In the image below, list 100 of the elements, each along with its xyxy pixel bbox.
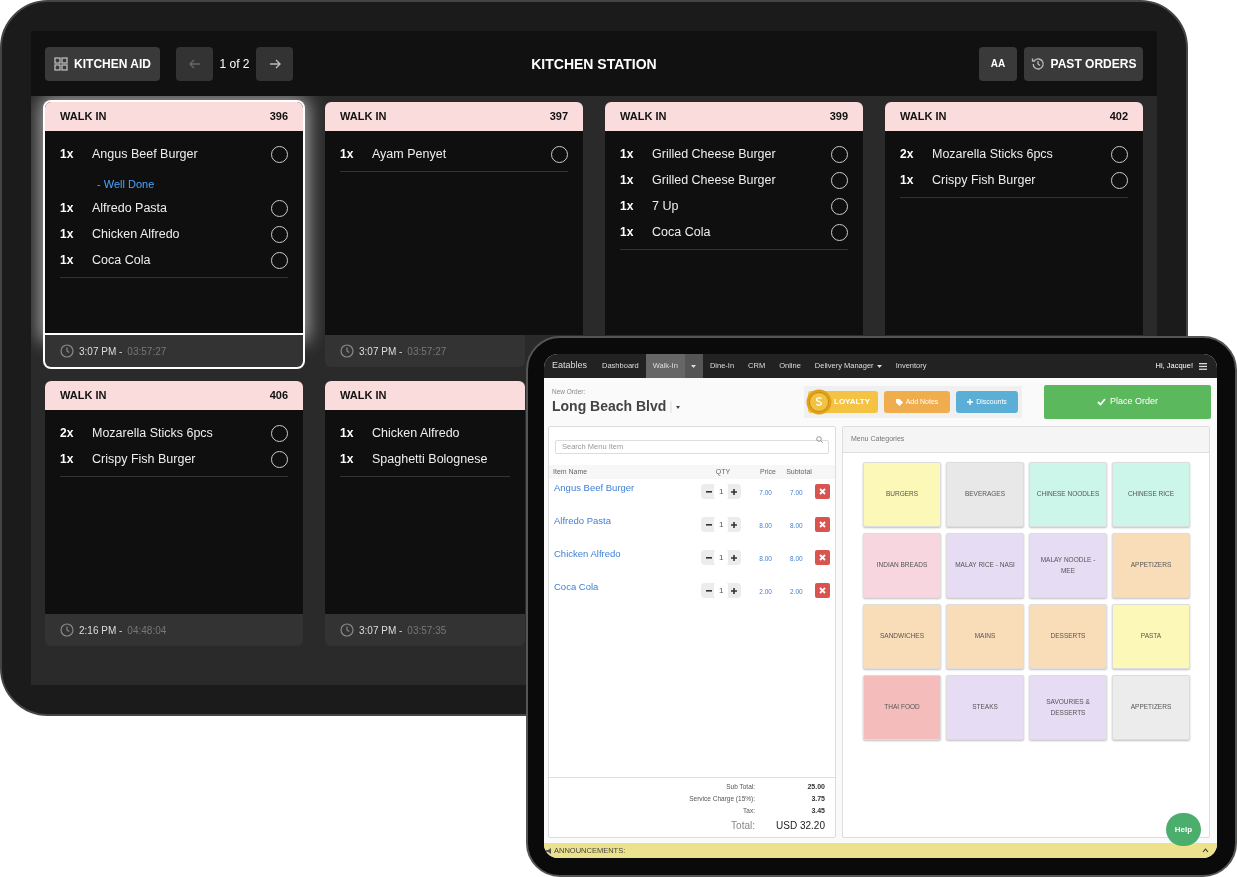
order-type: WALK IN (620, 109, 667, 125)
order-time: 3:07 PM - (359, 623, 403, 638)
next-page-button[interactable] (256, 46, 293, 81)
order-card[interactable]: WALK IN 399 1x Grilled Cheese Burger 1x Grilled Cheese Burger 1x 7 Up 1x Coca Cola (605, 102, 863, 335)
item-quantity: 1x (60, 451, 75, 468)
item-quantity: 1x (60, 200, 75, 217)
item-note: - Well Done (97, 178, 155, 190)
close-icon (819, 521, 827, 528)
plus-icon (730, 587, 737, 594)
history-icon (1030, 56, 1045, 71)
coin-icon (806, 389, 832, 415)
item-name: 7 Up (652, 197, 679, 215)
minus-icon (705, 589, 712, 592)
caret-icon (691, 364, 697, 368)
order-card[interactable]: WALK IN 406 2x Mozarella Sticks 6pcs 1x Crispy Fish Burger (45, 381, 303, 614)
quantity-field[interactable]: 1 (714, 484, 729, 499)
order-card[interactable]: WALK IN 1x Chicken Alfredo 1x Spaghetti Bolognese (325, 381, 525, 614)
item-name: Grilled Cheese Burger (652, 171, 776, 189)
order-card[interactable]: WALK IN 402 2x Mozarella Sticks 6pcs 1x Crispy Fish Burger (885, 102, 1143, 335)
item-quantity: 2x (60, 425, 75, 442)
order-number: 402 (1109, 109, 1128, 125)
item-name: Alfredo Pasta (92, 199, 168, 217)
plus-icon (730, 521, 737, 528)
item-name: Grilled Cheese Burger (652, 145, 776, 163)
megaphone-icon (546, 847, 552, 854)
font-size-button[interactable]: AA (979, 46, 1017, 81)
tag-icon (895, 398, 903, 406)
item-name: Mozarella Sticks 6pcs (932, 145, 1053, 163)
grand-total-label: Total: (731, 818, 755, 833)
clock-icon (60, 623, 74, 637)
item-quantity: 1x (60, 252, 75, 269)
item-quantity: 1x (620, 198, 635, 215)
grid-icon (54, 56, 69, 71)
order-type: WALK IN (60, 388, 107, 404)
clock-icon (340, 623, 354, 637)
item-quantity: 1x (620, 172, 635, 189)
order-time: 2:16 PM - (79, 623, 123, 638)
page-indicator: 1 of 2 (218, 55, 251, 73)
item-name: Coca Cola (652, 223, 711, 241)
kitchen-aid-button[interactable]: KITCHEN AID (45, 46, 160, 81)
item-quantity: 1x (340, 451, 355, 468)
quantity-field[interactable]: 1 (714, 550, 729, 565)
item-name: Spaghetti Bolognese (372, 450, 488, 468)
order-type: WALK IN (340, 388, 387, 404)
close-icon (819, 554, 827, 561)
item-quantity: 2x (900, 146, 915, 163)
order-type: WALK IN (900, 109, 947, 125)
order-card[interactable]: WALK IN 397 1x Ayam Penyet (325, 102, 583, 335)
plus-icon (967, 399, 974, 405)
item-quantity: 1x (900, 172, 915, 189)
item-name: Mozarella Sticks 6pcs (92, 424, 213, 442)
menu-icon[interactable] (1199, 362, 1207, 370)
past-orders-button[interactable]: PAST ORDERS (1024, 46, 1143, 81)
remove-item-button[interactable] (815, 550, 830, 565)
quantity-field[interactable]: 1 (714, 517, 729, 532)
item-quantity: 1x (60, 146, 75, 163)
item-name: Crispy Fish Burger (932, 171, 1036, 189)
order-type: WALK IN (60, 109, 107, 125)
search-icon (816, 435, 823, 443)
close-icon (819, 488, 827, 495)
item-name-link[interactable]: Chicken Alfredo (554, 547, 692, 562)
check-icon (1097, 398, 1106, 406)
minus-icon (705, 490, 712, 493)
clock-icon (340, 344, 354, 358)
order-time: 3:07 PM - (79, 344, 123, 359)
order-number: 397 (549, 109, 568, 125)
grand-total-value: USD 32.20 (775, 818, 825, 833)
item-name: Coca Cola (92, 251, 151, 269)
order-number: 406 (269, 388, 288, 404)
order-type: WALK IN (340, 109, 387, 125)
brand-name: Eatables (552, 359, 588, 373)
item-name: Angus Beef Burger (92, 145, 198, 163)
screen-title: KITCHEN STATION (531, 55, 657, 74)
close-icon (819, 587, 827, 594)
order-time: 3:07 PM - (359, 344, 403, 359)
item-name: Ayam Penyet (372, 145, 447, 163)
remove-item-button[interactable] (815, 484, 830, 499)
plus-icon (730, 488, 737, 495)
item-name-link[interactable]: Angus Beef Burger (554, 481, 692, 496)
elapsed-time: 03:57:27 (407, 344, 447, 359)
item-name: Chicken Alfredo (372, 424, 460, 442)
item-quantity: 1x (340, 425, 355, 442)
remove-item-button[interactable] (815, 583, 830, 598)
order-card[interactable]: WALK IN 396 1x Angus Beef Burger - Well Done 1x Alfredo Pasta 1x Chicken Alfredo 1x Coca Cola (45, 102, 303, 335)
item-quantity: 1x (60, 226, 75, 243)
item-name-link[interactable]: Alfredo Pasta (554, 514, 692, 529)
item-name: Chicken Alfredo (92, 225, 180, 243)
remove-item-button[interactable] (815, 517, 830, 532)
order-number: 396 (269, 109, 288, 125)
minus-icon (705, 523, 712, 526)
location-name: Long Beach Blvd (552, 397, 667, 417)
quantity-field[interactable]: 1 (714, 583, 729, 598)
elapsed-time: 03:57:35 (407, 623, 447, 638)
item-name-link[interactable]: Coca Cola (554, 580, 692, 595)
caret-up-icon[interactable] (1202, 848, 1209, 853)
item-quantity: 1x (620, 146, 635, 163)
order-number: 399 (829, 109, 848, 125)
item-name: Crispy Fish Burger (92, 450, 196, 468)
elapsed-time: 03:57:27 (127, 344, 167, 359)
elapsed-time: 04:48:04 (127, 623, 167, 638)
